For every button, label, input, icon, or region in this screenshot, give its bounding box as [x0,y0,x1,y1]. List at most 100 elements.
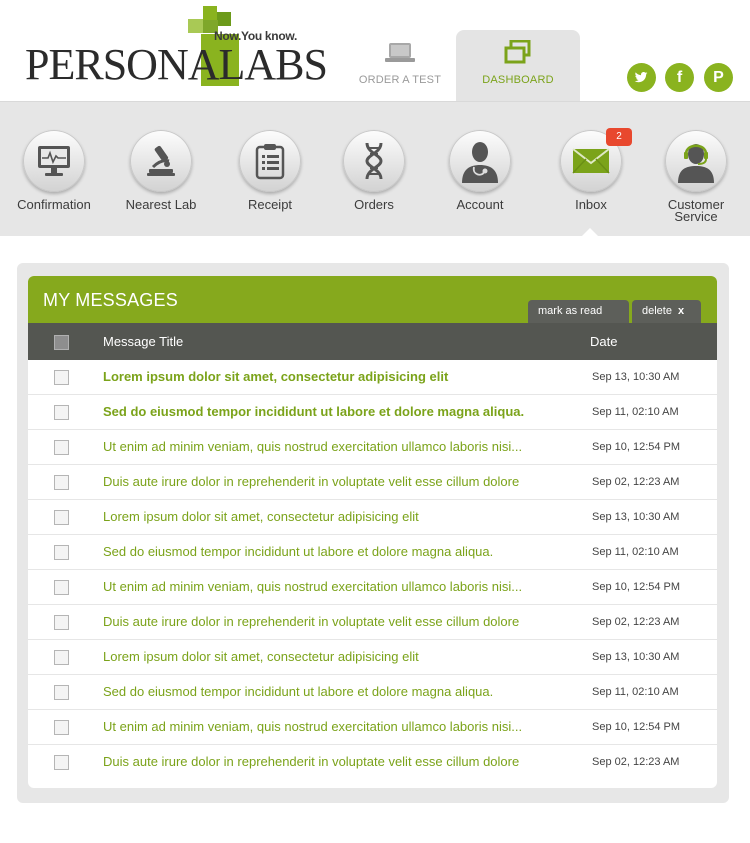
nav-item-inbox[interactable]: 2 Inbox [541,128,641,212]
message-title[interactable]: Duis aute irure dolor in reprehenderit i… [103,754,559,769]
nav-item-confirmation[interactable]: Confirmation [4,130,104,211]
table-row[interactable]: Sed do eiusmod tempor incididunt ut labo… [28,675,717,710]
pinterest-icon[interactable]: P [704,63,733,92]
message-title[interactable]: Ut enim ad minim veniam, quis nostrud ex… [103,439,559,454]
headset-icon [678,144,714,183]
message-list: Lorem ipsum dolor sit amet, consectetur … [28,360,717,780]
button-label: mark as read [538,305,603,317]
column-header-date[interactable]: Date [590,334,617,349]
nav-label: Account [456,197,504,212]
nav-icon-circle [665,130,727,192]
message-title[interactable]: Sed do eiusmod tempor incididunt ut labo… [103,684,559,699]
pinterest-glyph: P [713,69,724,86]
messages-header: MY MESSAGES mark as read delete x [28,276,717,339]
message-title[interactable]: Ut enim ad minim veniam, quis nostrud ex… [103,579,559,594]
table-row[interactable]: Ut enim ad minim veniam, quis nostrud ex… [28,430,717,465]
nav-item-customer-service[interactable]: Customer Service [646,130,746,223]
message-title[interactable]: Sed do eiusmod tempor incididunt ut labo… [103,544,559,559]
message-date: Sep 02, 12:23 AM [592,756,680,768]
message-date: Sep 13, 10:30 AM [592,511,680,523]
table-header: Message Title Date [28,323,717,360]
row-checkbox[interactable] [54,545,69,560]
row-checkbox[interactable] [54,685,69,700]
tab-label: ORDER A TEST [358,74,442,86]
nav-icon-circle [343,130,405,192]
active-nav-pointer [581,228,599,237]
windows-icon [502,39,534,66]
nav-item-orders[interactable]: Orders [324,130,424,211]
nav-icon-circle: 2 [560,128,632,192]
nav-item-account[interactable]: Account [430,130,530,211]
doctor-icon [462,142,498,183]
clipboard-icon [255,144,285,180]
nav-icon-circle [239,130,301,192]
table-row[interactable]: Ut enim ad minim veniam, quis nostrud ex… [28,570,717,605]
inbox-count-badge: 2 [606,128,632,146]
row-checkbox[interactable] [54,510,69,525]
nav-item-nearest-lab[interactable]: Nearest Lab [111,130,211,211]
nav-label: Orders [354,197,394,212]
nav-label: Inbox [575,197,607,212]
messages-panel: MY MESSAGES mark as read delete x Message… [28,276,717,788]
nav-label: Nearest Lab [125,197,197,212]
row-checkbox[interactable] [54,405,69,420]
table-row[interactable]: Sed do eiusmod tempor incididunt ut labo… [28,395,717,430]
column-header-title[interactable]: Message Title [103,334,183,349]
monitor-icon [38,146,70,176]
message-title[interactable]: Ut enim ad minim veniam, quis nostrud ex… [103,719,559,734]
row-checkbox[interactable] [54,650,69,665]
tab-order-a-test[interactable]: ORDER A TEST [338,30,462,101]
row-checkbox[interactable] [54,615,69,630]
nav-icon-circle [23,130,85,192]
table-row[interactable]: Lorem ipsum dolor sit amet, consectetur … [28,640,717,675]
mark-as-read-button[interactable]: mark as read [528,300,629,339]
table-row[interactable]: Ut enim ad minim veniam, quis nostrud ex… [28,710,717,745]
twitter-icon[interactable] [627,63,656,92]
nav-icon-circle [449,130,511,192]
message-date: Sep 10, 12:54 PM [592,441,681,453]
envelope-icon [572,148,610,174]
row-checkbox[interactable] [54,755,69,770]
nav-label: Customer Service [667,197,725,224]
laptop-icon [384,40,416,66]
dashboard-nav: Confirmation Nearest Lab Receipt Orders … [0,101,750,236]
table-row[interactable]: Sed do eiusmod tempor incididunt ut labo… [28,535,717,570]
message-title[interactable]: Duis aute irure dolor in reprehenderit i… [103,614,559,629]
message-title[interactable]: Sed do eiusmod tempor incididunt ut labo… [103,404,559,419]
table-row[interactable]: Duis aute irure dolor in reprehenderit i… [28,745,717,780]
dna-icon [365,142,383,180]
message-date: Sep 13, 10:30 AM [592,371,680,383]
row-checkbox[interactable] [54,580,69,595]
message-title[interactable]: Duis aute irure dolor in reprehenderit i… [103,474,559,489]
tab-dashboard[interactable]: DASHBOARD [456,30,580,101]
message-date: Sep 11, 02:10 AM [592,546,679,558]
select-all-checkbox[interactable] [54,335,69,350]
message-title[interactable]: Lorem ipsum dolor sit amet, consectetur … [103,649,559,664]
close-icon: x [677,305,685,317]
logo-square [188,19,203,33]
message-date: Sep 10, 12:54 PM [592,581,681,593]
row-checkbox[interactable] [54,475,69,490]
table-row[interactable]: Lorem ipsum dolor sit amet, consectetur … [28,360,717,395]
table-row[interactable]: Duis aute irure dolor in reprehenderit i… [28,605,717,640]
nav-label: Confirmation [17,197,91,212]
row-checkbox[interactable] [54,370,69,385]
message-title[interactable]: Lorem ipsum dolor sit amet, consectetur … [103,509,559,524]
message-date: Sep 02, 12:23 AM [592,476,680,488]
nav-label: Receipt [247,197,293,212]
row-checkbox[interactable] [54,720,69,735]
table-row[interactable]: Duis aute irure dolor in reprehenderit i… [28,465,717,500]
row-checkbox[interactable] [54,440,69,455]
delete-button[interactable]: delete x [632,300,701,323]
personalabs-logo[interactable]: Now.You know. PERSONALABS [25,6,328,92]
message-date: Sep 13, 10:30 AM [592,651,680,663]
nav-item-receipt[interactable]: Receipt [220,130,320,211]
table-row[interactable]: Lorem ipsum dolor sit amet, consectetur … [28,500,717,535]
message-date: Sep 02, 12:23 AM [592,616,680,628]
microscope-icon [147,145,175,176]
facebook-icon[interactable]: f [665,63,694,92]
message-title[interactable]: Lorem ipsum dolor sit amet, consectetur … [103,369,559,384]
button-label: delete [642,305,672,317]
logo-wordmark: PERSONALABS [25,40,328,89]
message-date: Sep 11, 02:10 AM [592,406,679,418]
